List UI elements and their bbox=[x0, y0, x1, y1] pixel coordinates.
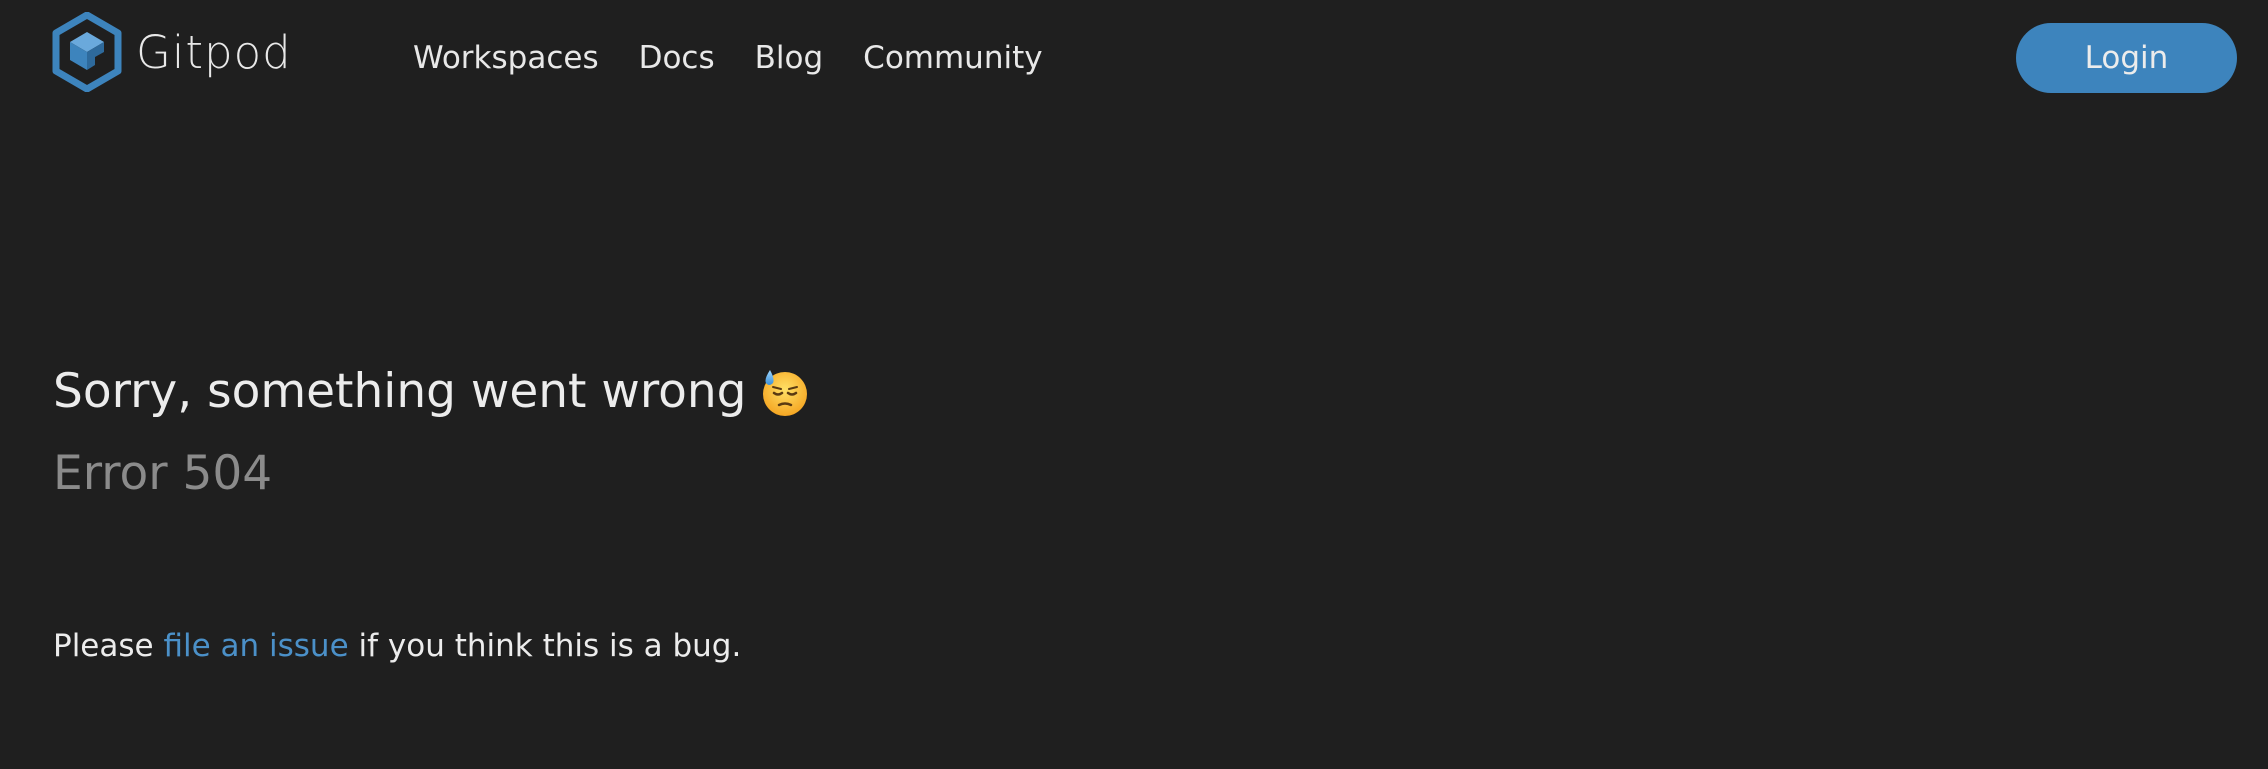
brand-home-link[interactable]: Gitpod bbox=[52, 12, 292, 92]
help-text-suffix: if you think this is a bug. bbox=[348, 628, 742, 664]
gitpod-logo-icon bbox=[52, 12, 122, 92]
help-text-prefix: Please bbox=[53, 628, 164, 664]
header: Gitpod Workspaces Docs Blog Community Lo… bbox=[0, 0, 2268, 115]
error-code: Error 504 bbox=[53, 446, 273, 501]
downcast-face-with-sweat-icon bbox=[762, 370, 807, 416]
error-title: Sorry, something went wrong bbox=[53, 355, 809, 429]
help-text: Please file an issue if you think this i… bbox=[53, 622, 741, 670]
nav-link-community[interactable]: Community bbox=[863, 36, 1042, 80]
page: Gitpod Workspaces Docs Blog Community Lo… bbox=[0, 0, 2268, 769]
nav-link-workspaces[interactable]: Workspaces bbox=[413, 36, 599, 80]
file-issue-link[interactable]: file an issue bbox=[163, 628, 348, 664]
nav-link-blog[interactable]: Blog bbox=[755, 36, 824, 80]
brand-name: Gitpod bbox=[136, 25, 292, 79]
error-section: Sorry, something went wrong Error 504 bbox=[53, 355, 809, 511]
error-title-text: Sorry, something went wrong bbox=[53, 364, 747, 419]
login-button[interactable]: Login bbox=[2016, 23, 2237, 93]
nav-link-docs[interactable]: Docs bbox=[639, 36, 715, 80]
main-nav: Workspaces Docs Blog Community bbox=[413, 36, 1043, 80]
